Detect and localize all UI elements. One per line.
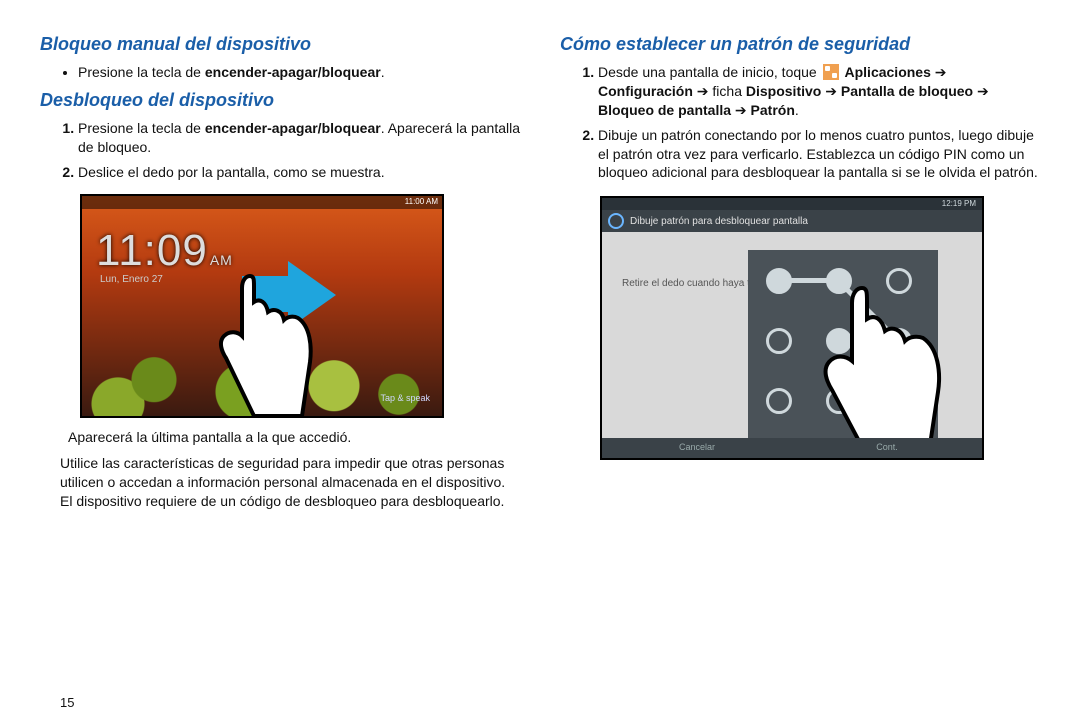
arrow-icon: ➔ <box>825 83 841 99</box>
text: Presione la tecla de <box>78 120 205 136</box>
pattern-dot <box>766 268 792 294</box>
apps-grid-icon <box>823 64 839 80</box>
pattern-title: Dibuje patrón para desbloquear pantalla <box>630 216 808 227</box>
heading-set-pattern: Cómo establecer un patrón de seguridad <box>560 34 1040 55</box>
pattern-illustration: 12:19 PM Dibuje patrón para desbloquear … <box>600 196 984 460</box>
pattern-steps: Desde una pantalla de inicio, toque Apli… <box>580 63 1040 182</box>
text: Desde una pantalla de inicio, toque <box>598 64 821 80</box>
heading-unlock-device: Desbloqueo del dispositivo <box>40 90 520 111</box>
lock-bullet-item: Presione la tecla de encender-apagar/blo… <box>78 63 520 82</box>
unlock-steps: Presione la tecla de encender-apagar/blo… <box>60 119 520 182</box>
pattern-step-2: Dibuje un patrón conectando por lo menos… <box>598 126 1040 183</box>
hand-pointer-icon <box>802 276 952 460</box>
arrow-icon: ➔ <box>935 64 947 80</box>
arrow-icon: ➔ <box>735 102 751 118</box>
lockscreen-illustration: 11:00 AM 11:09AM Lun, Enero 27 Tap & spe… <box>80 194 444 418</box>
page-number: 15 <box>60 695 74 710</box>
text-bold: encender-apagar/bloquear <box>205 64 381 80</box>
text-bold: Configuración <box>598 83 693 99</box>
text-bold: Pantalla de bloqueo <box>841 83 973 99</box>
heading-lock-device: Bloqueo manual del dispositivo <box>40 34 520 55</box>
arrow-icon: ➔ <box>977 83 989 99</box>
pattern-button-bar: Cancelar Cont. <box>602 438 982 458</box>
text-bold: Bloqueo de pantalla <box>598 102 731 118</box>
text-bold: Patrón <box>751 102 795 118</box>
pattern-titlebar: Dibuje patrón para desbloquear pantalla <box>602 210 982 232</box>
pattern-cancel-label: Cancelar <box>602 438 792 458</box>
gear-icon <box>608 213 624 229</box>
text: Deslice el dedo por la pantalla, como se… <box>78 164 385 180</box>
pattern-continue-label: Cont. <box>792 438 982 458</box>
unlock-after-text-2: Utilice las características de seguridad… <box>60 454 520 511</box>
unlock-step-2: Deslice el dedo por la pantalla, como se… <box>78 163 520 182</box>
unlock-step-1: Presione la tecla de encender-apagar/blo… <box>78 119 520 157</box>
text-bold: Dispositivo <box>746 83 821 99</box>
pattern-dot <box>766 328 792 354</box>
text-bold: encender-apagar/bloquear <box>205 120 381 136</box>
lockscreen-shortcut: Tap & speak <box>380 393 430 404</box>
text: Dibuje un patrón conectando por lo menos… <box>598 127 1038 181</box>
text-bold: Aplicaciones <box>845 64 931 80</box>
pattern-step-1: Desde una pantalla de inicio, toque Apli… <box>598 63 1040 120</box>
lock-bullet-list: Presione la tecla de encender-apagar/blo… <box>60 63 520 82</box>
lockscreen-statusbar: 11:00 AM <box>82 196 442 209</box>
hand-pointer-icon <box>202 266 322 418</box>
pattern-dot <box>766 388 792 414</box>
arrow-icon: ➔ <box>697 83 709 99</box>
clock-time: 11:09 <box>96 226 208 275</box>
text: Presione la tecla de <box>78 64 205 80</box>
text: ficha <box>712 83 745 99</box>
text: . <box>381 64 385 80</box>
unlock-after-text-1: Aparecerá la última pantalla a la que ac… <box>68 428 520 447</box>
lockscreen-date: Lun, Enero 27 <box>100 274 163 285</box>
